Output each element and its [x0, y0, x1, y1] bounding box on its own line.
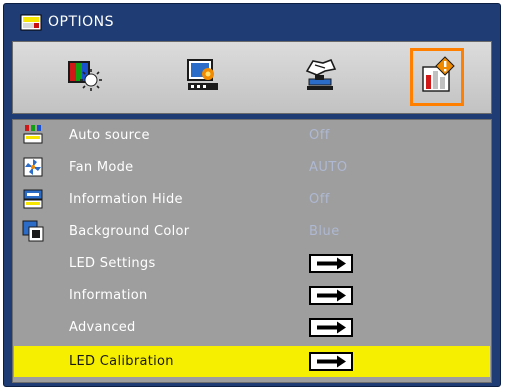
menu-item-value: Blue — [309, 224, 340, 239]
menu-row-led-settings[interactable]: LED Settings — [14, 248, 490, 279]
menu-item-value: Off — [309, 192, 330, 207]
screen-settings-icon — [184, 58, 222, 96]
right-arrow-icon — [317, 355, 346, 368]
menu-item-label: Information Hide — [69, 192, 183, 207]
options-title-icon — [20, 14, 42, 31]
page-title: OPTIONS — [48, 14, 115, 30]
submenu-arrow-button[interactable] — [309, 352, 353, 371]
menu-item-label: LED Settings — [69, 256, 156, 271]
tab-image[interactable] — [57, 48, 111, 106]
background-color-icon — [22, 220, 44, 242]
information-hide-icon — [22, 188, 44, 210]
menu-row-background-color[interactable]: Background Color Blue — [14, 216, 490, 247]
submenu-arrow-button[interactable] — [309, 254, 353, 273]
image-settings-icon — [65, 58, 103, 96]
menu-item-label: Information — [69, 288, 148, 303]
menu-item-label: Advanced — [69, 320, 136, 335]
menu-item-label: LED Calibration — [69, 354, 174, 369]
category-tab-bar — [12, 41, 492, 114]
tab-setup[interactable] — [293, 48, 347, 106]
menu-row-information[interactable]: Information — [14, 280, 490, 311]
menu-item-value: AUTO — [309, 160, 348, 175]
options-menu-list: Auto source Off Fan Mode AUTO Informatio… — [12, 119, 492, 383]
right-arrow-icon — [317, 321, 346, 334]
options-menu-window: OPTIONS Auto source Off Fan Mode AUTO In… — [3, 3, 501, 387]
menu-item-value: Off — [309, 128, 330, 143]
menu-row-led-calibration[interactable]: LED Calibration — [14, 346, 490, 377]
menu-item-label: Auto source — [69, 128, 150, 143]
menu-row-fan-mode[interactable]: Fan Mode AUTO — [14, 152, 490, 183]
menu-row-auto-source[interactable]: Auto source Off — [14, 120, 490, 151]
right-arrow-icon — [317, 289, 346, 302]
submenu-arrow-button[interactable] — [309, 286, 353, 305]
auto-source-icon — [22, 124, 44, 146]
fan-mode-icon — [22, 156, 44, 178]
tab-options[interactable] — [410, 48, 464, 106]
tab-screen[interactable] — [176, 48, 230, 106]
title-bar: OPTIONS — [4, 4, 500, 40]
menu-item-label: Background Color — [69, 224, 190, 239]
setup-settings-icon — [301, 57, 339, 97]
menu-row-advanced[interactable]: Advanced — [14, 312, 490, 343]
submenu-arrow-button[interactable] — [309, 318, 353, 337]
right-arrow-icon — [317, 257, 346, 270]
menu-row-information-hide[interactable]: Information Hide Off — [14, 184, 490, 215]
menu-item-label: Fan Mode — [69, 160, 134, 175]
options-settings-icon — [417, 55, 457, 99]
